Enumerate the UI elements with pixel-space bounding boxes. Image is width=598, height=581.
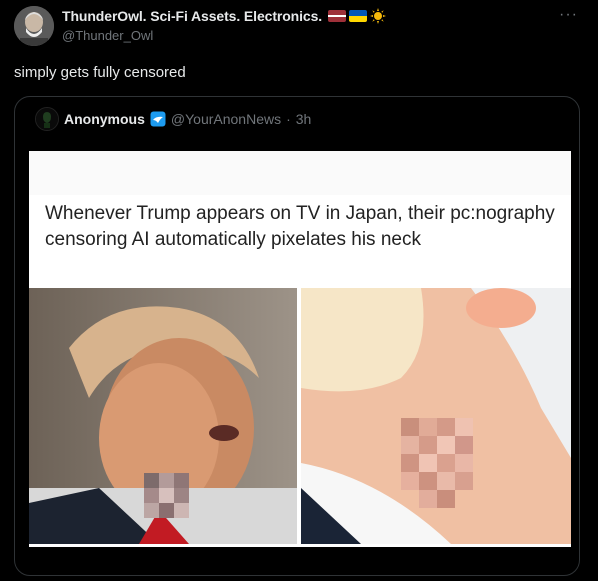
header-separator: · <box>286 111 291 127</box>
quoted-author-name[interactable]: Anonymous <box>64 111 145 127</box>
quoted-author-avatar[interactable] <box>35 107 59 131</box>
photo-right <box>301 288 571 544</box>
verified-badge-icon <box>150 111 166 127</box>
quoted-author-handle[interactable]: @YourAnonNews <box>171 111 281 127</box>
tweet: ThunderOwl. Sci-Fi Assets. Electronics. … <box>0 0 598 581</box>
anonymous-mask-icon <box>36 108 58 130</box>
quoted-media-image[interactable]: Whenever Trump appears on TV in Japan, t… <box>29 151 571 547</box>
quoted-tweet-header: Anonymous @YourAnonNews · 3h <box>35 107 311 131</box>
photo-left <box>29 288 297 544</box>
author-handle[interactable]: @Thunder_Owl <box>62 28 153 43</box>
author-display-name[interactable]: ThunderOwl. Sci-Fi Assets. Electronics. <box>62 8 322 24</box>
tweet-text: simply gets fully censored <box>14 64 186 81</box>
latvia-flag-icon <box>328 10 347 22</box>
media-top-band <box>29 151 571 195</box>
ukraine-flag-icon <box>349 10 368 22</box>
quoted-timestamp[interactable]: 3h <box>296 111 312 127</box>
avatar-portrait-icon <box>14 6 54 46</box>
author-badges <box>328 8 387 24</box>
sun-emoji-icon <box>370 8 387 24</box>
trump-chin-photo <box>301 288 571 544</box>
quoted-tweet[interactable]: Anonymous @YourAnonNews · 3h Whenever Tr… <box>14 96 580 576</box>
media-caption-text: Whenever Trump appears on TV in Japan, t… <box>45 203 555 250</box>
author-avatar[interactable] <box>14 6 54 46</box>
trump-speaking-photo <box>29 288 297 544</box>
more-options-button[interactable]: ··· <box>559 6 578 24</box>
author-name-row: ThunderOwl. Sci-Fi Assets. Electronics. <box>62 8 387 24</box>
